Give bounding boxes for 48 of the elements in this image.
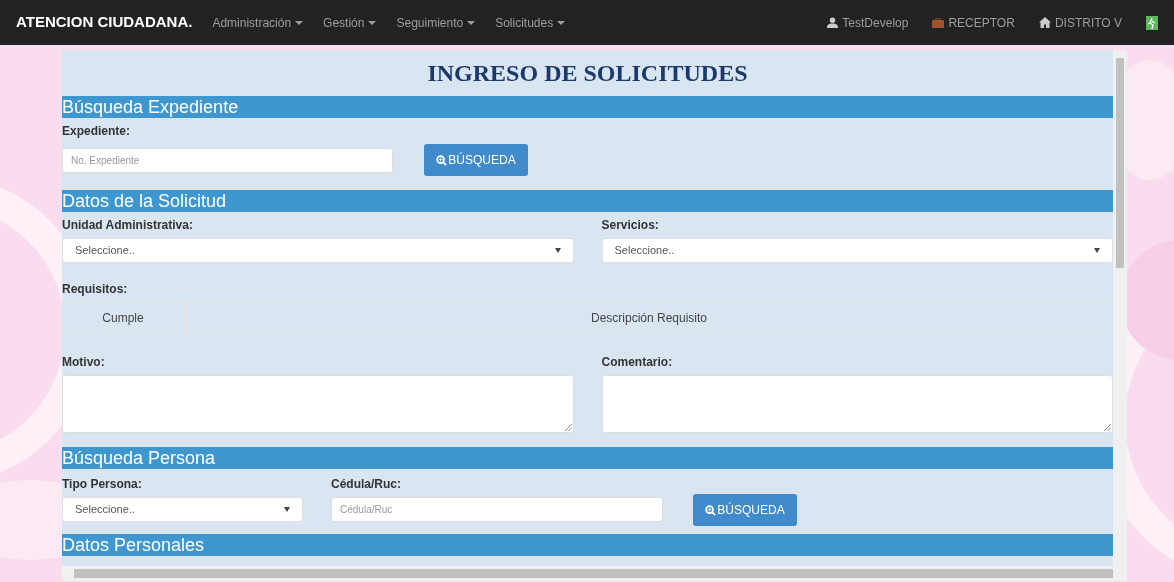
page-title: INGRESO DE SOLICITUDES bbox=[426, 59, 749, 88]
field-label: Cédula/Ruc: bbox=[331, 477, 402, 491]
section-header: Búsqueda Persona bbox=[62, 447, 1113, 469]
resize-handle-icon bbox=[1104, 424, 1111, 431]
search-icon bbox=[705, 504, 717, 516]
field-label: Expediente: bbox=[62, 124, 131, 138]
horizontal-scrollbar[interactable] bbox=[62, 566, 1127, 581]
brand-title[interactable]: ATENCION CIUDADANA. bbox=[16, 11, 193, 34]
caret-icon bbox=[295, 20, 304, 25]
caret-icon bbox=[368, 20, 377, 25]
nav-menu-item[interactable]: Seguimiento bbox=[396, 13, 476, 32]
user-icon bbox=[827, 17, 839, 28]
section-header: Datos Personales bbox=[62, 534, 1113, 556]
resize-handle-icon bbox=[564, 424, 572, 431]
field-label: Requisitos: bbox=[62, 282, 129, 296]
search-icon bbox=[436, 154, 448, 166]
briefcase-icon bbox=[932, 17, 945, 28]
exit-icon[interactable] bbox=[1146, 15, 1158, 30]
nav-menu-item[interactable]: Solicitudes bbox=[495, 13, 566, 32]
dropdown-arrow-icon bbox=[554, 248, 561, 253]
caret-icon bbox=[467, 20, 476, 25]
field-label: Tipo Persona: bbox=[62, 477, 143, 491]
field-label: Motivo: bbox=[62, 355, 106, 369]
field-label: Servicios: bbox=[601, 218, 660, 232]
expediente-input[interactable]: No. Expediente bbox=[62, 147, 393, 173]
nav-menu-item[interactable]: Administración bbox=[212, 13, 304, 32]
select-field[interactable]: Seleccione.. bbox=[62, 238, 574, 263]
section-header: Búsqueda Expediente bbox=[62, 96, 1113, 118]
select-field[interactable]: Seleccione.. bbox=[601, 238, 1113, 263]
dropdown-arrow-icon bbox=[1094, 248, 1100, 253]
column-header: Cumple bbox=[62, 303, 185, 333]
field-label: Comentario: bbox=[601, 355, 674, 369]
nav-link[interactable]: DISTRITO V bbox=[1038, 13, 1122, 32]
search-button[interactable]: BÚSQUEDA bbox=[424, 144, 528, 176]
dropdown-arrow-icon bbox=[284, 507, 290, 512]
select-field[interactable]: Seleccione.. bbox=[62, 497, 303, 522]
nav-menu-item[interactable]: Gestión bbox=[323, 13, 377, 32]
text-area[interactable] bbox=[601, 375, 1113, 433]
text-area[interactable] bbox=[62, 375, 574, 433]
caret-icon bbox=[557, 20, 566, 25]
vertical-scrollbar[interactable] bbox=[1113, 50, 1127, 566]
nav-link[interactable]: TestDevelop bbox=[827, 13, 909, 32]
field-label: Unidad Administrativa: bbox=[62, 218, 194, 232]
home-icon bbox=[1038, 17, 1051, 28]
nav-link[interactable]: RECEPTOR bbox=[932, 13, 1015, 32]
section-header: Datos de la Solicitud bbox=[62, 190, 1113, 212]
column-header: Descripción Requisito bbox=[589, 310, 709, 327]
search-button[interactable]: BÚSQUEDA bbox=[693, 494, 797, 526]
